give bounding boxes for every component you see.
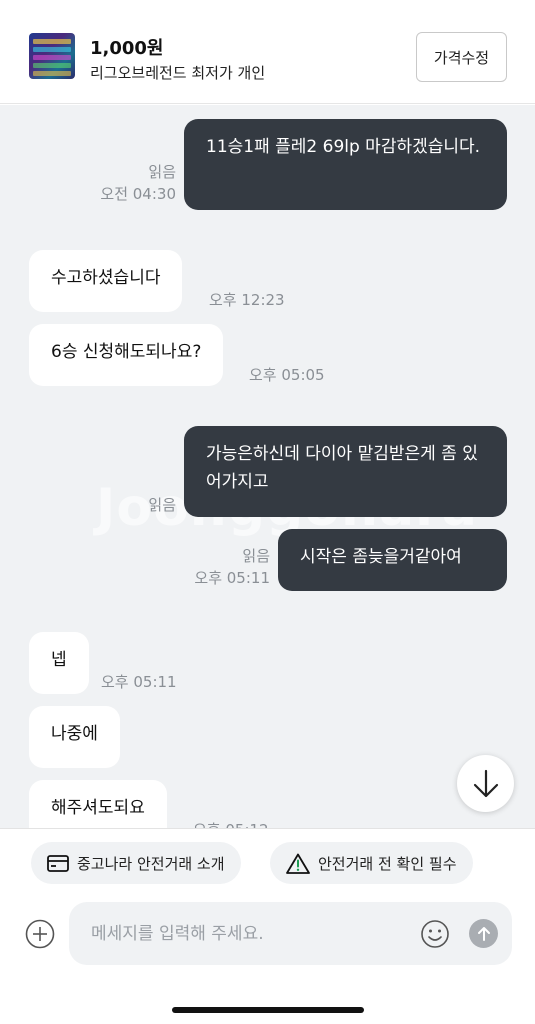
message-text: 해주셔도되요: [51, 798, 145, 818]
plus-circle-icon[interactable]: [25, 919, 55, 949]
received-message[interactable]: 해주셔도되요: [29, 780, 167, 828]
message-time: 오후 12:23: [209, 291, 285, 309]
message-text: 시작은 좀늦을거같아여: [300, 547, 462, 567]
product-price: 1,000원: [90, 38, 164, 59]
message-input-container: [69, 902, 512, 965]
emoji-icon[interactable]: [420, 919, 450, 949]
product-header: 1,000원 리그오브레전드 최저가 개인 가격수정: [0, 0, 535, 104]
message-time: 오후 05:05: [249, 366, 325, 384]
game-thumbnail-icon[interactable]: [29, 33, 75, 79]
received-message[interactable]: 6승 신청해도되나요?: [29, 324, 224, 386]
message-time: 오후 05:11: [194, 569, 270, 587]
warning-icon: [286, 853, 310, 874]
message-meta: 읽음 오전 04:30: [80, 161, 176, 205]
read-status: 읽음: [148, 496, 176, 514]
message-input[interactable]: [91, 902, 411, 965]
send-button[interactable]: [469, 919, 498, 948]
chip-label: 안전거래 전 확인 필수: [318, 854, 457, 873]
message-time: 오후 05:11: [101, 673, 177, 691]
sent-message[interactable]: 11승1패 플레2 69lp 마감하겠습니다.: [184, 119, 507, 210]
safe-trade-intro-chip[interactable]: 중고나라 안전거래 소개: [31, 842, 241, 884]
received-message[interactable]: 나중에: [29, 706, 120, 768]
message-time: 오전 04:30: [100, 185, 176, 203]
arrow-down-icon: [473, 769, 498, 797]
message-text: 11승1패 플레2 69lp 마감하겠습니다.: [206, 137, 481, 157]
message-text: 넵: [51, 650, 67, 670]
read-status: 읽음: [148, 163, 176, 181]
message-text: 수고하셨습니다: [51, 268, 161, 288]
bottom-panel: 중고나라 안전거래 소개 안전거래 전 확인 필수: [0, 828, 535, 1024]
message-text: 나중에: [51, 724, 98, 744]
sent-message[interactable]: 시작은 좀늦을거같아여: [278, 529, 507, 591]
safe-trade-warning-chip[interactable]: 안전거래 전 확인 필수: [270, 842, 473, 884]
message-meta: 읽음 오후 05:11: [170, 545, 270, 589]
scroll-down-button[interactable]: [457, 755, 514, 812]
message-text: 가능은하신데 다이아 맡김받은게 좀 있어가지고: [206, 444, 478, 492]
message-text: 6승 신청해도되나요?: [51, 342, 202, 362]
sent-message[interactable]: 가능은하신데 다이아 맡김받은게 좀 있어가지고: [184, 426, 507, 517]
edit-price-button[interactable]: 가격수정: [416, 32, 507, 82]
card-icon: [47, 854, 69, 872]
received-message[interactable]: 수고하셨습니다: [29, 250, 183, 312]
home-indicator: [172, 1007, 364, 1013]
chip-label: 중고나라 안전거래 소개: [77, 854, 225, 873]
received-message[interactable]: 넵: [29, 632, 89, 694]
read-status: 읽음: [242, 547, 270, 565]
chat-area[interactable]: Joonggonara 11승1패 플레2 69lp 마감하겠습니다. 읽음 오…: [0, 105, 535, 828]
message-time: 오후 05:12: [193, 819, 269, 828]
send-arrow-icon: [477, 926, 490, 941]
product-title: 리그오브레전드 최저가 개인: [90, 64, 266, 82]
